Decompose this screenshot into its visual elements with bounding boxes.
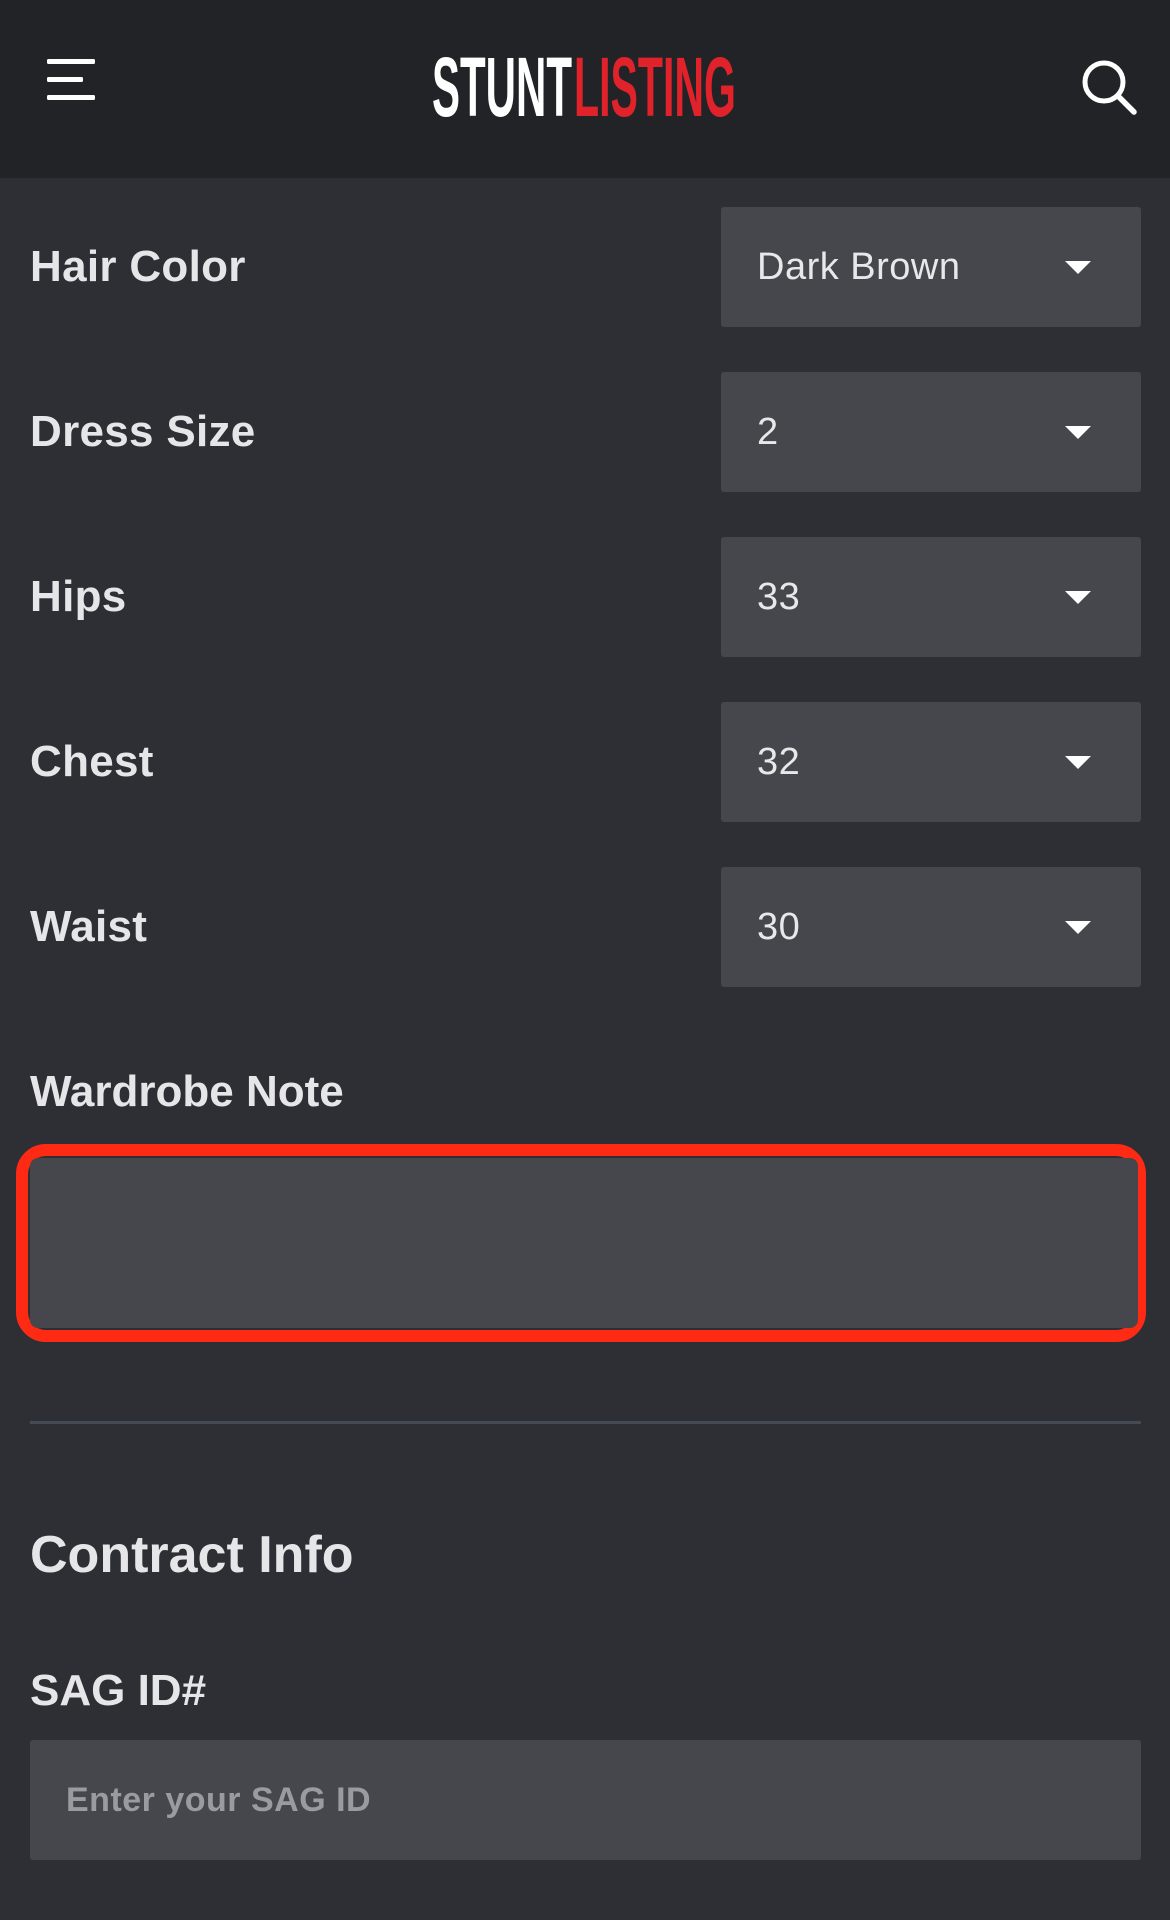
chest-value: 32 xyxy=(757,741,801,783)
wardrobe-note-label: Wardrobe Note xyxy=(30,1067,344,1116)
caret-down-icon xyxy=(1065,426,1091,439)
dress-size-value: 2 xyxy=(757,411,779,453)
wardrobe-note-textarea[interactable] xyxy=(30,1158,1138,1328)
section-divider xyxy=(30,1421,1141,1424)
hair-color-select[interactable]: Dark Brown xyxy=(721,207,1141,327)
dress-size-row: Dress Size 2 xyxy=(0,372,1170,492)
chest-label: Chest xyxy=(30,737,154,786)
hips-select[interactable]: 33 xyxy=(721,537,1141,657)
hair-color-row: Hair Color Dark Brown xyxy=(0,207,1170,327)
contract-info-heading: Contract Info xyxy=(30,1526,354,1584)
sag-id-input[interactable]: Enter your SAG ID xyxy=(30,1740,1141,1860)
waist-value: 30 xyxy=(757,906,801,948)
sag-id-placeholder: Enter your SAG ID xyxy=(66,1781,372,1819)
hips-label: Hips xyxy=(30,572,127,621)
hips-value: 33 xyxy=(757,576,801,618)
hips-row: Hips 33 xyxy=(0,537,1170,657)
caret-down-icon xyxy=(1065,921,1091,934)
dress-size-label: Dress Size xyxy=(30,407,256,456)
waist-row: Waist 30 xyxy=(0,867,1170,987)
logo-text-red: LISTING xyxy=(574,40,736,134)
caret-down-icon xyxy=(1065,261,1091,274)
stuntlisting-logo[interactable]: STUNT LISTING xyxy=(432,28,738,134)
logo-text-white: STUNT xyxy=(432,40,572,134)
hair-color-value: Dark Brown xyxy=(757,246,961,288)
sag-id-label: SAG ID# xyxy=(30,1666,207,1715)
chest-select[interactable]: 32 xyxy=(721,702,1141,822)
waist-select[interactable]: 30 xyxy=(721,867,1141,987)
hair-color-label: Hair Color xyxy=(30,242,246,291)
dress-size-select[interactable]: 2 xyxy=(721,372,1141,492)
caret-down-icon xyxy=(1065,591,1091,604)
caret-down-icon xyxy=(1065,756,1091,769)
search-icon[interactable] xyxy=(1080,58,1138,116)
waist-label: Waist xyxy=(30,902,148,951)
app-header: STUNT LISTING xyxy=(0,0,1170,178)
hamburger-icon[interactable] xyxy=(47,55,97,103)
chest-row: Chest 32 xyxy=(0,702,1170,822)
